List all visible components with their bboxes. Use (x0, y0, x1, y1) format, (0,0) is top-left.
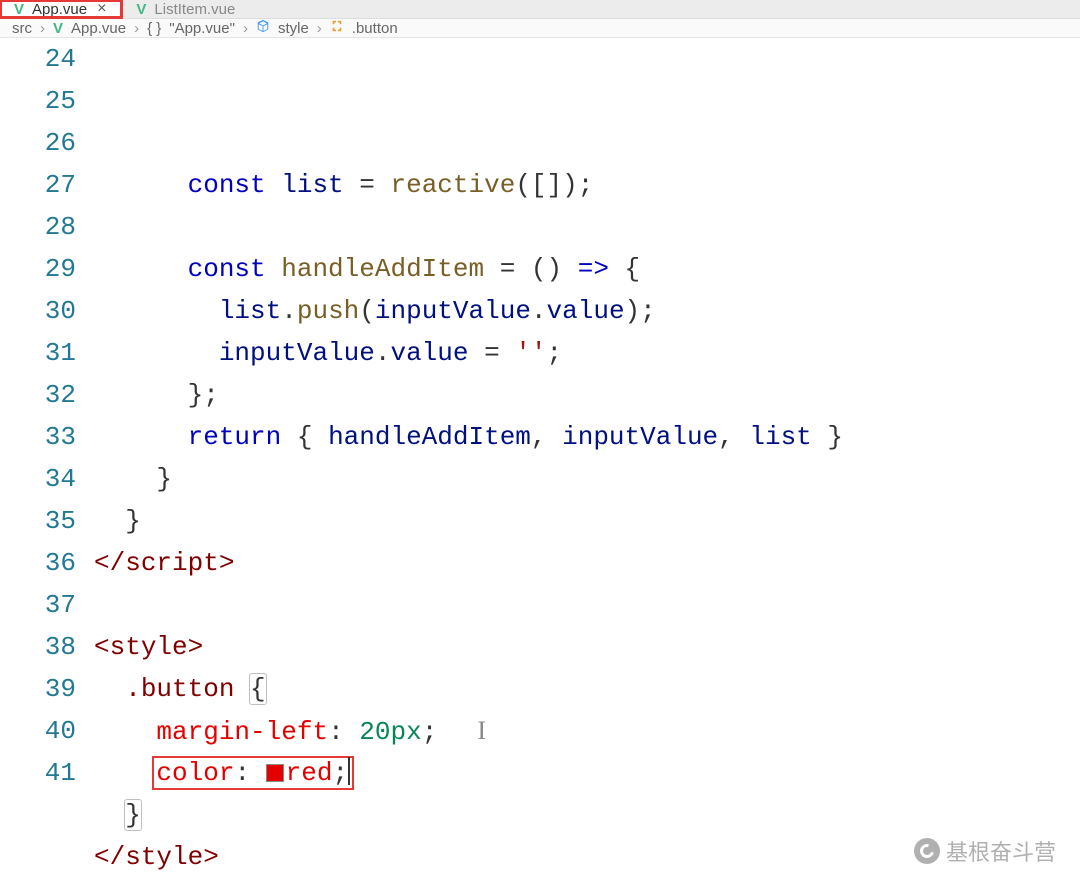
line-number: 28 (0, 206, 76, 248)
vue-icon: V (14, 1, 24, 18)
breadcrumb-item[interactable]: "App.vue" (169, 20, 235, 37)
line-number: 33 (0, 416, 76, 458)
code-line[interactable]: inputValue.value = ''; (94, 332, 1080, 374)
line-number-gutter: 242526272829303132333435363738394041 (0, 38, 94, 883)
line-number: 41 (0, 752, 76, 794)
breadcrumb-item[interactable]: src (12, 20, 32, 37)
line-number: 36 (0, 542, 76, 584)
line-number: 35 (0, 500, 76, 542)
breadcrumb-item[interactable]: .button (352, 20, 398, 37)
code-line[interactable]: list.push(inputValue.value); (94, 290, 1080, 332)
code-line[interactable]: const handleAddItem = () => { (94, 248, 1080, 290)
line-number: 25 (0, 80, 76, 122)
code-line[interactable] (94, 878, 1080, 883)
close-icon[interactable]: × (95, 0, 108, 18)
code-line[interactable]: } (94, 458, 1080, 500)
code-line[interactable]: const list = reactive([]); (94, 164, 1080, 206)
line-number: 24 (0, 38, 76, 80)
braces-icon: { } (147, 20, 161, 37)
watermark-text: 基根奋斗营 (946, 835, 1056, 867)
tab-bar: V App.vue × V ListItem.vue (0, 0, 1080, 19)
code-editor[interactable]: 242526272829303132333435363738394041 con… (0, 38, 1080, 883)
code-line[interactable]: return { handleAddItem, inputValue, list… (94, 416, 1080, 458)
tab-label: ListItem.vue (154, 1, 235, 18)
line-number: 39 (0, 668, 76, 710)
breadcrumb: src › V App.vue › { } "App.vue" › style … (0, 19, 1080, 38)
wechat-icon (914, 838, 940, 864)
chevron-right-icon: › (317, 20, 322, 37)
code-line[interactable]: } (94, 500, 1080, 542)
code-line[interactable]: margin-left: 20px;I (94, 710, 1080, 752)
tab-app-vue[interactable]: V App.vue × (0, 0, 122, 18)
breadcrumb-item[interactable]: style (278, 20, 309, 37)
line-number: 38 (0, 626, 76, 668)
line-number: 40 (0, 710, 76, 752)
breadcrumb-item[interactable]: App.vue (71, 20, 126, 37)
line-number: 30 (0, 290, 76, 332)
chevron-right-icon: › (40, 20, 45, 37)
code-line[interactable]: </script> (94, 542, 1080, 584)
color-swatch[interactable] (266, 764, 284, 782)
cube-icon (256, 19, 270, 37)
chevron-right-icon: › (134, 20, 139, 37)
tab-label: App.vue (32, 1, 87, 18)
line-number: 37 (0, 584, 76, 626)
line-number: 26 (0, 122, 76, 164)
code-line[interactable]: } (94, 794, 1080, 836)
code-line[interactable]: .button { (94, 668, 1080, 710)
tab-listitem-vue[interactable]: V ListItem.vue (122, 0, 249, 18)
text-cursor (348, 757, 350, 785)
line-number: 32 (0, 374, 76, 416)
vue-icon: V (136, 1, 146, 18)
line-number: 29 (0, 248, 76, 290)
code-line[interactable]: color: red; (94, 752, 1080, 794)
code-area[interactable]: const list = reactive([]); const handleA… (94, 38, 1080, 883)
vue-icon: V (53, 20, 63, 37)
watermark: 基根奋斗营 (914, 835, 1056, 867)
code-line[interactable] (94, 206, 1080, 248)
chevron-right-icon: › (243, 20, 248, 37)
code-line[interactable]: <style> (94, 626, 1080, 668)
ibeam-cursor-icon: I (477, 710, 487, 752)
line-number: 31 (0, 332, 76, 374)
code-line[interactable]: }; (94, 374, 1080, 416)
selector-icon (330, 19, 344, 37)
line-number: 34 (0, 458, 76, 500)
line-number: 27 (0, 164, 76, 206)
code-line[interactable] (94, 584, 1080, 626)
